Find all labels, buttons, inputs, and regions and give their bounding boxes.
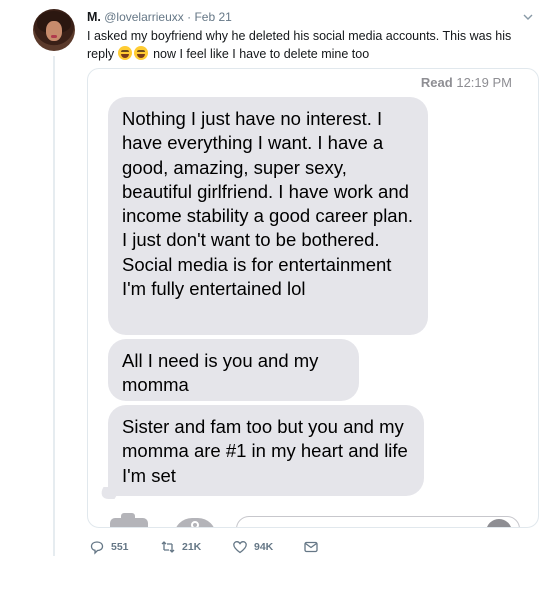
imessage-input-bar (88, 512, 538, 527)
tweet-date[interactable]: Feb 21 (194, 10, 231, 24)
reply-button[interactable]: 551 (89, 538, 129, 556)
read-label: Read (420, 75, 453, 90)
like-button[interactable]: 94K (232, 538, 273, 556)
retweet-icon (161, 541, 175, 553)
message-bubble: Sister and fam too but you and my momma … (108, 405, 424, 496)
tweet-actions: 551 21K 94K (87, 538, 347, 556)
user-handle[interactable]: @lovelarrieuxx (104, 10, 184, 24)
reply-icon (90, 541, 104, 555)
avatar-face (46, 21, 62, 41)
message-bubble: All I need is you and my momma (108, 339, 359, 401)
thread-line (53, 56, 55, 556)
display-name[interactable]: M. (87, 10, 101, 24)
chevron-down-icon[interactable] (523, 12, 533, 22)
camera-icon (110, 513, 148, 527)
tweet-header: M. @lovelarrieuxx · Feb 21 (87, 10, 232, 24)
read-time: 12:19 PM (456, 75, 512, 90)
tweet-text-line1: I asked my boyfriend why he deleted his … (87, 29, 512, 43)
retweet-button[interactable]: 21K (160, 538, 201, 556)
reply-count: 551 (111, 541, 129, 553)
avatar[interactable] (33, 9, 75, 51)
attached-screenshot[interactable]: Read 12:19 PM Nothing I just have no int… (87, 68, 539, 528)
tweet-text-reply: reply (87, 47, 115, 61)
like-count: 94K (254, 541, 274, 553)
avatar-lips (51, 35, 57, 38)
weary-face-emoji-icon (117, 46, 132, 60)
header-separator: · (187, 10, 192, 24)
read-receipt: Read 12:19 PM (421, 75, 512, 90)
app-store-icon (174, 518, 216, 527)
message-bubble: Nothing I just have no interest. I have … (108, 97, 428, 335)
weary-face-emoji-icon (133, 46, 148, 60)
tweet-text-line2: now I feel like I have to delete mine to… (153, 47, 370, 61)
retweet-count: 21K (182, 541, 202, 553)
heart-icon (233, 541, 247, 554)
message-field (236, 516, 520, 527)
tweet-text: I asked my boyfriend why he deleted his … (87, 27, 539, 63)
direct-message-button[interactable] (303, 538, 325, 556)
envelope-icon (304, 541, 318, 553)
bubble-tail (96, 487, 122, 499)
